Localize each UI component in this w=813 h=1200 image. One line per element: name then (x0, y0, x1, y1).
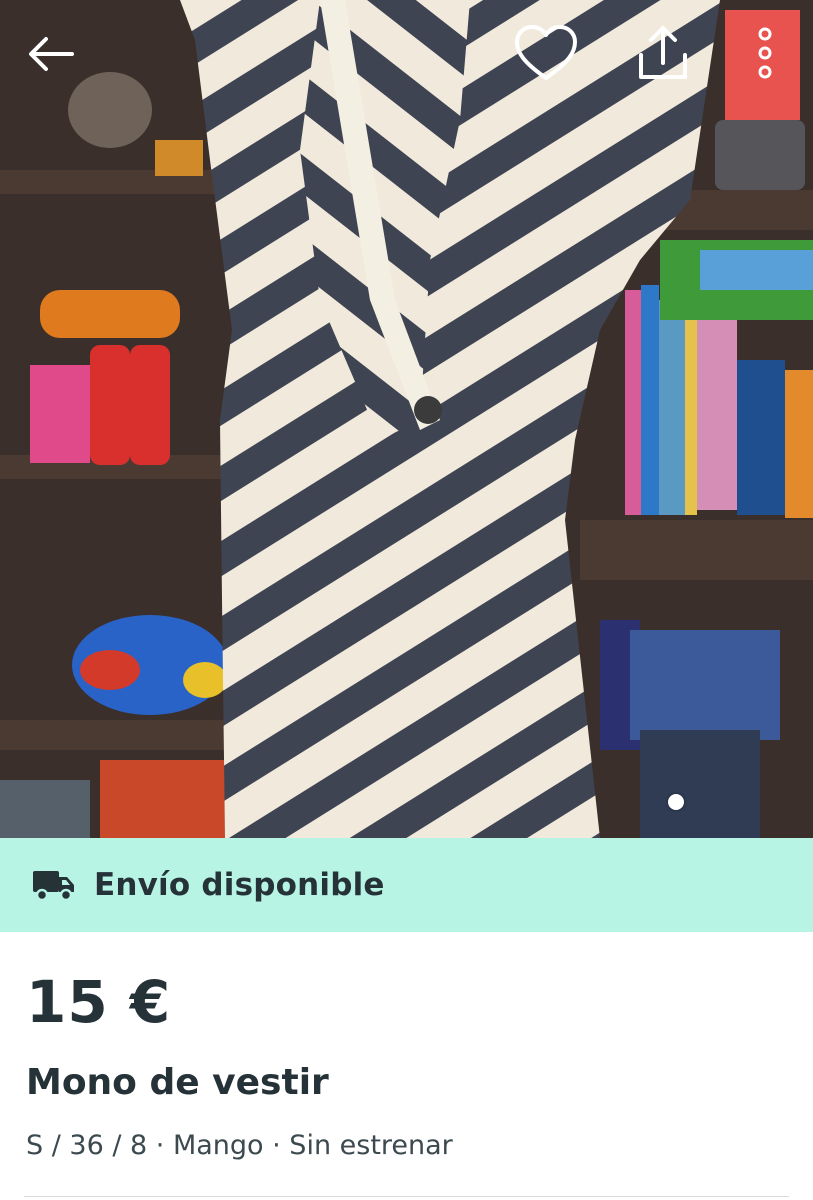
listing-price: 15 € (26, 968, 172, 1036)
share-icon (639, 26, 687, 79)
photo-toolbar (0, 0, 813, 110)
share-button[interactable] (628, 18, 698, 88)
divider (24, 1196, 789, 1197)
product-photo-image (0, 0, 813, 838)
heart-icon (515, 25, 577, 80)
listing-title: Mono de vestir (26, 1062, 329, 1103)
shipping-banner: Envío disponible (0, 838, 813, 932)
carousel-indicator-dot[interactable] (668, 794, 684, 810)
shipping-label: Envío disponible (94, 867, 385, 903)
truck-icon (33, 871, 74, 902)
favorite-button[interactable] (508, 18, 584, 88)
back-button[interactable] (18, 22, 82, 86)
product-photo[interactable] (0, 0, 813, 838)
arrow-left-icon (29, 37, 74, 71)
more-vertical-icon (758, 27, 772, 79)
listing-attributes: S / 36 / 8 · Mango · Sin estrenar (26, 1130, 453, 1161)
listing-details: 15 € Mono de vestir S / 36 / 8 · Mango ·… (0, 932, 813, 1200)
more-options-button[interactable] (744, 18, 786, 88)
